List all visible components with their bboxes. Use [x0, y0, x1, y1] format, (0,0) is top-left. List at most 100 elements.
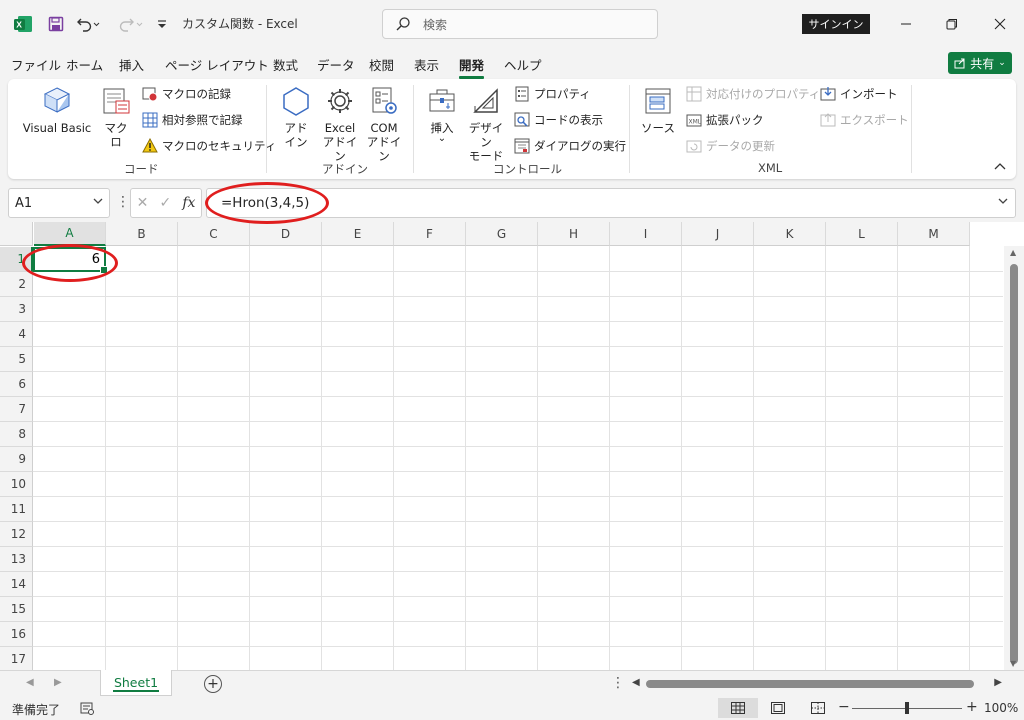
cancel-icon[interactable]: ✕ [137, 195, 149, 211]
tab-developer[interactable]: 開発 [459, 55, 485, 79]
row-header-8[interactable]: 8 [0, 422, 33, 447]
view-code-button[interactable]: コードの表示 [514, 110, 603, 130]
zoom-out-icon[interactable]: − [838, 699, 850, 715]
collapse-ribbon-icon[interactable] [994, 159, 1006, 173]
cell-a1[interactable]: 6 [33, 247, 108, 274]
insert-control-button[interactable]: 挿入 ⌄ [424, 85, 460, 144]
page-layout-view-icon[interactable] [758, 698, 798, 718]
column-header-h[interactable]: H [538, 222, 610, 246]
row-header-5[interactable]: 5 [0, 347, 33, 372]
undo-icon[interactable] [74, 12, 102, 36]
tab-data[interactable]: データ [317, 55, 355, 74]
normal-view-icon[interactable] [718, 698, 758, 718]
column-header-k[interactable]: K [754, 222, 826, 246]
sheet-tab-sheet1[interactable]: Sheet1 [100, 670, 172, 696]
search-box[interactable]: 検索 [382, 9, 658, 39]
column-header-g[interactable]: G [466, 222, 538, 246]
restore-icon[interactable] [940, 12, 964, 36]
tab-file[interactable]: ファイル [11, 55, 61, 74]
row-header-11[interactable]: 11 [0, 497, 33, 522]
properties-button[interactable]: プロパティ [514, 84, 591, 104]
page-break-view-icon[interactable] [798, 698, 838, 718]
macros-button[interactable]: マクロ [100, 85, 132, 149]
grid-row-line [33, 521, 1003, 522]
scroll-left-icon[interactable]: ◀ [632, 677, 640, 688]
save-icon[interactable] [44, 12, 68, 36]
record-macro-button[interactable]: マクロの記録 [142, 84, 231, 104]
scroll-up-icon[interactable]: ▲ [1010, 248, 1016, 257]
previous-sheet-icon[interactable]: ◀ [26, 677, 34, 688]
zoom-in-icon[interactable]: + [966, 699, 978, 715]
excel-addins-button[interactable]: Excel アドイン [320, 85, 360, 163]
enter-icon[interactable]: ✓ [159, 195, 171, 211]
customize-quick-access-icon[interactable] [154, 12, 170, 36]
tab-formulas[interactable]: 数式 [273, 55, 298, 74]
row-header-13[interactable]: 13 [0, 547, 33, 572]
chevron-down-icon[interactable] [93, 196, 103, 209]
xml-source-button[interactable]: ソース [640, 85, 676, 135]
zoom-level[interactable]: 100% [984, 701, 1018, 715]
horizontal-scrollbar[interactable]: ◀ ▶ [632, 677, 1002, 691]
row-header-16[interactable]: 16 [0, 622, 33, 647]
row-header-7[interactable]: 7 [0, 397, 33, 422]
more-options-icon[interactable]: ⋮ [611, 675, 625, 691]
row-header-12[interactable]: 12 [0, 522, 33, 547]
row-header-2[interactable]: 2 [0, 272, 33, 297]
column-header-j[interactable]: J [682, 222, 754, 246]
column-header-l[interactable]: L [826, 222, 898, 246]
tab-view[interactable]: 表示 [414, 55, 439, 74]
tab-help[interactable]: ヘルプ [504, 55, 542, 74]
tab-home[interactable]: ホーム [66, 55, 103, 74]
row-header-3[interactable]: 3 [0, 297, 33, 322]
minimize-icon[interactable] [894, 12, 918, 36]
vertical-scrollbar[interactable]: ▲ ▼ [1004, 246, 1024, 670]
formula-input[interactable]: =Hron(3,4,5) [206, 188, 1016, 218]
column-header-c[interactable]: C [178, 222, 250, 246]
run-dialog-button[interactable]: ダイアログの実行 [514, 136, 626, 156]
scroll-right-icon[interactable]: ▶ [994, 677, 1002, 688]
addins-button[interactable]: アド イン [280, 85, 312, 149]
tab-insert[interactable]: 挿入 [119, 55, 144, 74]
name-box[interactable]: A1 [8, 188, 110, 218]
row-header-1[interactable]: 1 [0, 247, 33, 272]
row-header-10[interactable]: 10 [0, 472, 33, 497]
column-header-a[interactable]: A [34, 222, 106, 246]
row-header-9[interactable]: 9 [0, 447, 33, 472]
sign-in-button[interactable]: サインイン [802, 14, 870, 34]
row-header-6[interactable]: 6 [0, 372, 33, 397]
row-header-14[interactable]: 14 [0, 572, 33, 597]
expand-formula-bar-icon[interactable] [997, 195, 1009, 210]
insert-function-icon[interactable]: fx [182, 195, 195, 211]
import-button[interactable]: インポート [820, 84, 898, 104]
horizontal-scroll-thumb[interactable] [646, 680, 974, 688]
column-header-d[interactable]: D [250, 222, 322, 246]
scroll-down-icon[interactable]: ▼ [1010, 659, 1016, 668]
visual-basic-button[interactable]: Visual Basic [22, 85, 92, 135]
row-header-15[interactable]: 15 [0, 597, 33, 622]
share-button[interactable]: 共有 ⌄ [948, 52, 1012, 74]
row-header-4[interactable]: 4 [0, 322, 33, 347]
expansion-packs-button[interactable]: XML 拡張パック [686, 110, 764, 130]
tab-page-layout[interactable]: ページ レイアウト [165, 55, 269, 74]
tab-review[interactable]: 校閲 [369, 55, 394, 74]
next-sheet-icon[interactable]: ▶ [54, 677, 62, 688]
vertical-scroll-thumb[interactable] [1010, 264, 1018, 664]
column-header-e[interactable]: E [322, 222, 394, 246]
more-options-icon[interactable]: ⋮ [116, 194, 130, 210]
column-header-b[interactable]: B [106, 222, 178, 246]
add-sheet-icon[interactable]: + [204, 675, 222, 693]
design-mode-button[interactable]: デザイン モード [464, 85, 508, 163]
relative-reference-button[interactable]: 相対参照で記録 [142, 110, 243, 130]
row-header-17[interactable]: 17 [0, 647, 33, 670]
zoom-slider-knob[interactable] [905, 702, 909, 714]
column-header-i[interactable]: I [610, 222, 682, 246]
column-header-f[interactable]: F [394, 222, 466, 246]
macro-security-button[interactable]: マクロのセキュリティ [142, 136, 276, 156]
accessibility-icon[interactable] [80, 701, 94, 715]
column-header-m[interactable]: M [898, 222, 970, 246]
worksheet-grid[interactable]: ABCDEFGHIJKLM 1 2 3 4 5 6 7 8 9 10 11 12 13 14 15 16 17 … [0, 222, 1024, 670]
close-icon[interactable] [988, 12, 1012, 36]
group-separator [911, 85, 912, 173]
com-addins-button[interactable]: COM アドイン [364, 85, 404, 163]
select-all-corner[interactable] [0, 222, 33, 246]
